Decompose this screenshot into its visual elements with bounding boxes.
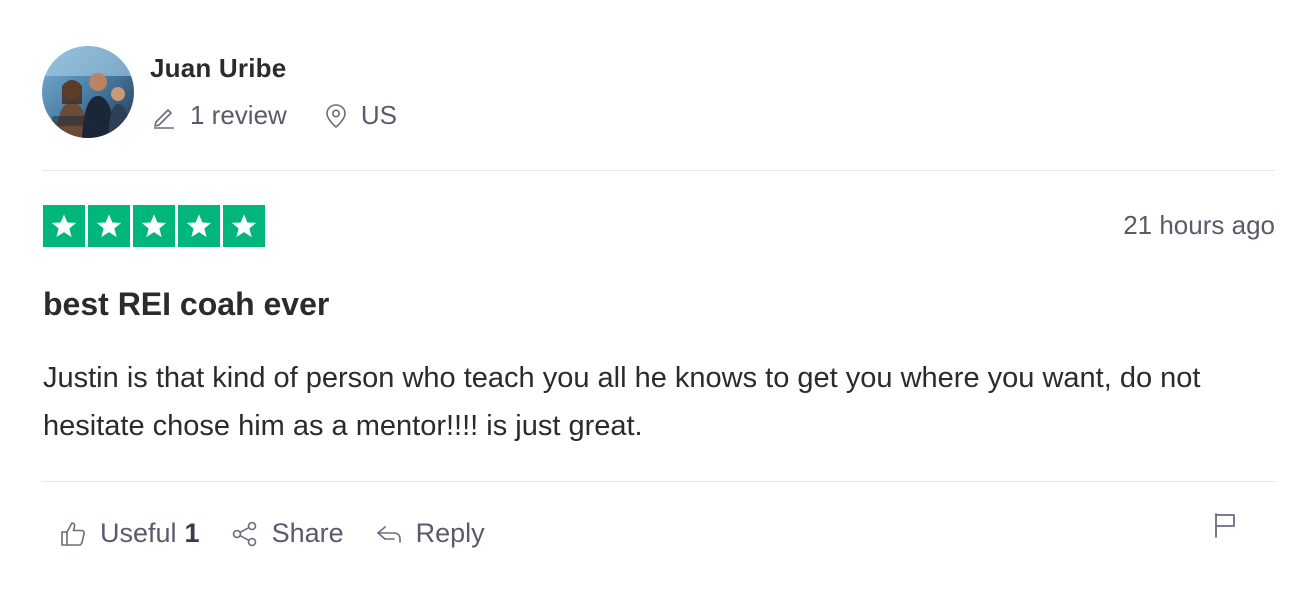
review-count-label: 1 review (190, 100, 287, 130)
star-icon (231, 214, 257, 238)
star-rating (43, 205, 265, 247)
country-label: US (360, 100, 397, 130)
star-2 (88, 205, 130, 247)
avatar[interactable] (42, 46, 134, 138)
star-icon (186, 214, 212, 238)
reply-button[interactable]: Reply (374, 518, 485, 549)
review-body: Justin is that kind of person who teach … (43, 362, 1201, 442)
share-button[interactable]: Share (230, 518, 344, 549)
thumbs-up-icon (61, 521, 85, 546)
useful-button[interactable]: Useful 1 (58, 518, 200, 549)
star-3 (133, 205, 175, 247)
review-date: 21 hours ago (1123, 210, 1275, 240)
review-actions: Useful 1 Share Reply (58, 518, 485, 549)
review-title[interactable]: best REI coah ever (43, 286, 329, 323)
reply-label: Reply (415, 518, 485, 548)
reviewer-meta: 1 review US (150, 100, 397, 131)
star-icon (141, 214, 167, 238)
reply-icon (376, 525, 401, 543)
star-5 (223, 205, 265, 247)
divider (42, 481, 1275, 482)
star-icon (51, 214, 77, 238)
divider (42, 170, 1275, 171)
review-count: 1 review (150, 100, 287, 131)
pencil-icon (154, 108, 174, 129)
location-pin-icon (326, 103, 346, 128)
reviewer-location: US (323, 100, 397, 131)
reviewer-name[interactable]: Juan Uribe (150, 53, 286, 84)
share-icon (232, 521, 256, 546)
share-label: Share (271, 518, 344, 548)
flag-icon (1215, 513, 1235, 538)
star-icon (96, 214, 122, 238)
star-1 (43, 205, 85, 247)
useful-count: 1 (184, 518, 200, 548)
review-card: Juan Uribe 1 review US 21 hours ago best… (0, 0, 1299, 600)
useful-label: Useful (100, 518, 177, 548)
avatar-image (42, 46, 134, 138)
report-button[interactable] (1211, 510, 1239, 545)
star-4 (178, 205, 220, 247)
